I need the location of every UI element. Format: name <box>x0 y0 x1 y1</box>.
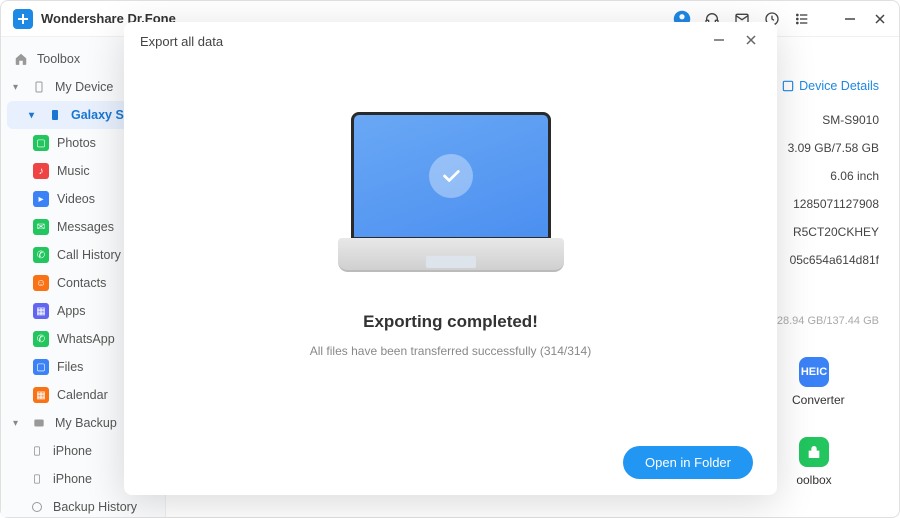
sidebar-item-label: Call History <box>57 248 121 262</box>
history-icon <box>29 499 45 515</box>
phone-icon <box>31 79 47 95</box>
sidebar-backup-history[interactable]: Backup History <box>1 493 165 517</box>
calendar-icon: ▦ <box>33 387 49 403</box>
export-modal: Export all data Exporting completed! All… <box>124 22 777 495</box>
tile-label: CConverter <box>783 393 844 407</box>
videos-icon: ▸ <box>33 191 49 207</box>
app-logo-icon <box>13 9 33 29</box>
chevron-down-icon: ▾ <box>13 82 23 93</box>
files-icon: ▢ <box>33 359 49 375</box>
phone-icon <box>47 107 63 123</box>
sidebar-item-label: iPhone <box>53 444 92 458</box>
phone-icon <box>29 443 45 459</box>
heic-icon: HEIC <box>799 357 829 387</box>
photos-icon: ▢ <box>33 135 49 151</box>
contacts-icon: ☺ <box>33 275 49 291</box>
modal-title: Export all data <box>140 34 223 49</box>
chevron-down-icon: ▾ <box>13 418 23 429</box>
menu-list-icon[interactable] <box>793 10 811 28</box>
modal-message: All files have been transferred successf… <box>310 344 591 358</box>
laptop-illustration <box>341 112 561 282</box>
sidebar-label: Toolbox <box>37 52 80 66</box>
sidebar-item-label: WhatsApp <box>57 332 115 346</box>
sidebar-item-label: iPhone <box>53 472 92 486</box>
whatsapp-icon: ✆ <box>33 331 49 347</box>
sidebar-label: My Backup <box>55 416 117 430</box>
sidebar-label: My Device <box>55 80 113 94</box>
check-icon <box>429 154 473 198</box>
close-button[interactable] <box>873 12 887 26</box>
sidebar-item-label: Messages <box>57 220 114 234</box>
toolbox-icon <box>799 437 829 467</box>
sidebar-item-label: Apps <box>57 304 86 318</box>
phone-icon <box>29 471 45 487</box>
minimize-button[interactable] <box>843 12 857 26</box>
backup-icon <box>31 415 47 431</box>
sidebar-item-label: Videos <box>57 192 95 206</box>
chevron-down-icon: ▾ <box>29 110 39 121</box>
modal-close-button[interactable] <box>741 30 761 53</box>
modal-footer: Open in Folder <box>124 430 777 495</box>
sidebar-item-label: Music <box>57 164 90 178</box>
modal-status: Exporting completed! <box>363 312 538 332</box>
apps-icon: ▦ <box>33 303 49 319</box>
call-icon: ✆ <box>33 247 49 263</box>
sidebar-item-label: Files <box>57 360 83 374</box>
home-icon <box>13 51 29 67</box>
messages-icon: ✉ <box>33 219 49 235</box>
sidebar-item-label: Calendar <box>57 388 108 402</box>
music-icon: ♪ <box>33 163 49 179</box>
device-details-label: Device Details <box>799 79 879 93</box>
modal-body: Exporting completed! All files have been… <box>124 60 777 430</box>
modal-minimize-button[interactable] <box>709 30 729 53</box>
open-in-folder-button[interactable]: Open in Folder <box>623 446 753 479</box>
tile-label: oolbox <box>796 473 831 487</box>
sidebar-item-label: Backup History <box>53 500 137 514</box>
sidebar-item-label: Photos <box>57 136 96 150</box>
sidebar-item-label: Contacts <box>57 276 106 290</box>
modal-header: Export all data <box>124 22 777 60</box>
